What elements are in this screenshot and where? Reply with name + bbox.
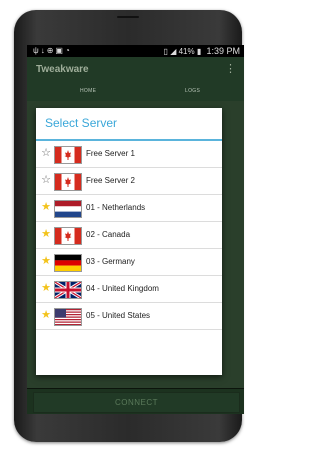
tab-bar: HOME LOGS <box>27 83 244 101</box>
notification-icons: ψ↓⊕▣◔ <box>33 46 72 55</box>
signal-icon: ◢ <box>170 47 177 56</box>
tab-logs[interactable]: LOGS <box>185 88 200 94</box>
status-right: ▯ ◢ 41% ▮ 1:39 PM <box>164 46 240 56</box>
connect-bar: CONNECT <box>27 388 244 414</box>
server-label: 04 - United Kingdom <box>86 284 159 293</box>
overflow-menu-icon[interactable]: ⋮ <box>225 62 236 75</box>
star-filled-icon[interactable]: ★ <box>40 201 52 213</box>
server-label: 02 - Canada <box>86 230 131 239</box>
server-row[interactable]: ★ 05 - United States <box>36 303 222 330</box>
dialog-title: Select Server <box>45 116 118 130</box>
star-filled-icon[interactable]: ★ <box>40 228 52 240</box>
server-row[interactable]: ☆ Free Server 2 <box>36 168 222 195</box>
usb-icon: ψ <box>33 46 41 55</box>
star-outline-icon[interactable]: ☆ <box>40 147 52 159</box>
server-row[interactable]: ☆ Free Server 1 <box>36 141 222 168</box>
canada-flag-icon <box>54 227 82 245</box>
connect-button[interactable]: CONNECT <box>33 392 240 413</box>
netherlands-flag-icon <box>54 200 82 218</box>
vibrate-icon: ▯ <box>163 47 168 56</box>
server-label: Free Server 1 <box>86 149 135 158</box>
app-bar: Tweakware ⋮ <box>27 57 244 83</box>
select-server-dialog: Select Server ☆ Free Server 1 ☆ Free Ser… <box>36 108 222 375</box>
star-filled-icon[interactable]: ★ <box>40 255 52 267</box>
server-row[interactable]: ★ 04 - United Kingdom <box>36 276 222 303</box>
star-outline-icon[interactable]: ☆ <box>40 174 52 186</box>
server-label: 05 - United States <box>86 311 151 320</box>
server-row[interactable]: ★ 01 - Netherlands <box>36 195 222 222</box>
wifi-icon: ◔ <box>64 46 72 55</box>
server-label: Free Server 2 <box>86 176 135 185</box>
server-row[interactable]: ★ 02 - Canada <box>36 222 222 249</box>
star-filled-icon[interactable]: ★ <box>40 282 52 294</box>
germany-flag-icon <box>54 254 82 272</box>
canada-flag-icon <box>54 146 82 164</box>
star-filled-icon[interactable]: ★ <box>40 309 52 321</box>
united-kingdom-flag-icon <box>54 281 82 299</box>
status-bar: ψ↓⊕▣◔ ▯ ◢ 41% ▮ 1:39 PM <box>27 45 244 57</box>
battery-icon: ▮ <box>196 47 202 56</box>
server-label: 01 - Netherlands <box>86 203 146 212</box>
server-row[interactable]: ★ 03 - Germany <box>36 249 222 276</box>
united-states-flag-icon <box>54 308 82 326</box>
dialog-header: Select Server <box>36 108 222 141</box>
image-icon: ▣ <box>55 46 65 55</box>
canada-flag-icon <box>54 173 82 191</box>
battery-percent: 41% <box>178 47 195 56</box>
server-label: 03 - Germany <box>86 257 135 266</box>
clock: 1:39 PM <box>206 46 240 56</box>
tab-home[interactable]: HOME <box>80 88 96 94</box>
earpiece <box>117 16 139 18</box>
app-title: Tweakware <box>36 64 89 75</box>
